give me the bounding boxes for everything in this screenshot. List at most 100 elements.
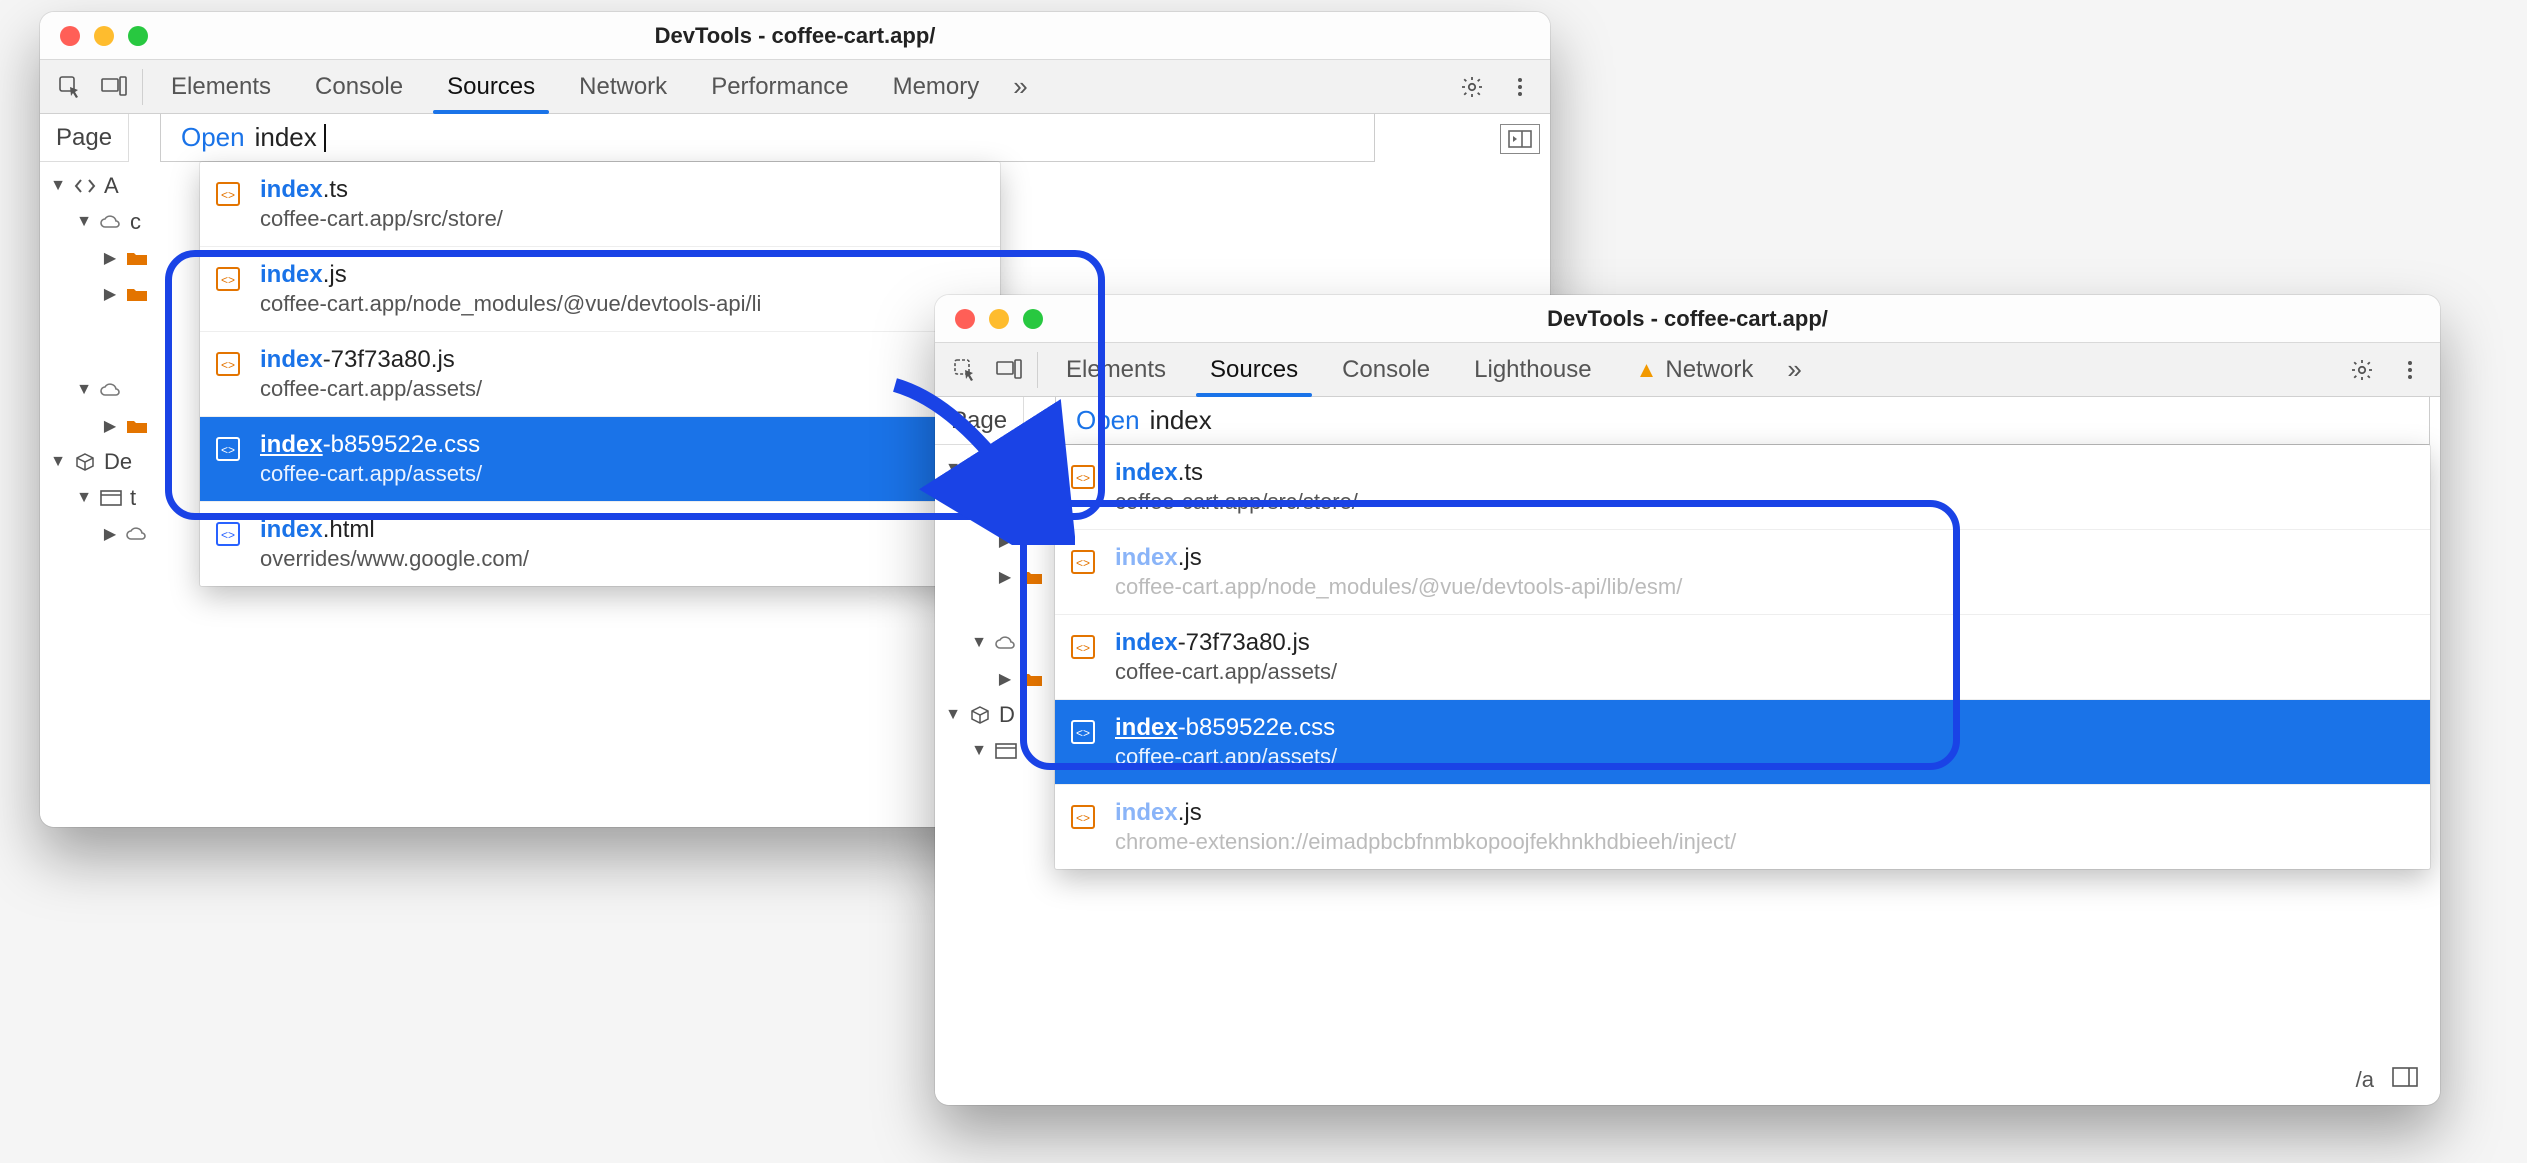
gear-icon[interactable] <box>1450 67 1494 107</box>
more-tabs-icon[interactable]: » <box>1001 71 1039 102</box>
tree-row[interactable]: ▼D <box>945 697 1045 733</box>
svg-text:<>: <> <box>221 273 235 287</box>
folder-icon <box>1019 566 1045 588</box>
result-path: coffee-cart.app/src/store/ <box>1115 489 1358 515</box>
result-filename: index-73f73a80.js <box>260 346 482 374</box>
tab-lighthouse[interactable]: Lighthouse <box>1452 343 1613 397</box>
cloud-icon <box>98 379 124 401</box>
tree-row[interactable]: ▼ <box>50 372 150 408</box>
open-result[interactable]: <> index.ts coffee-cart.app/src/store/ <box>1055 445 2430 530</box>
text-caret <box>324 124 326 152</box>
close-window-button[interactable] <box>955 309 975 329</box>
tab-network[interactable]: ▲Network <box>1614 343 1776 397</box>
toolbar: Elements Sources Console Lighthouse ▲Net… <box>935 343 2440 397</box>
inspect-icon[interactable] <box>943 350 987 390</box>
folder-icon <box>124 247 150 269</box>
warning-icon: ▲ <box>1636 357 1658 383</box>
device-toggle-icon[interactable] <box>92 67 136 107</box>
command-menu-input[interactable]: Open index <box>1055 397 2430 445</box>
tree-row[interactable]: ▼ <box>945 733 1045 769</box>
file-tree: ▼A ▼c ▶ ▶ ▼ ▶ ▼De ▼t ▶ <box>50 168 150 552</box>
cloud-icon <box>993 632 1019 654</box>
open-prefix: Open <box>181 122 245 153</box>
open-result[interactable]: <> index-b859522e.css coffee-cart.app/as… <box>200 417 1000 502</box>
file-css-icon: <> <box>214 435 242 463</box>
open-result[interactable]: <> index.js coffee-cart.app/node_modules… <box>1055 530 2430 615</box>
sidebar-tab-page[interactable]: Page <box>40 114 129 162</box>
tree-row[interactable]: ▶ <box>50 240 150 276</box>
tab-console[interactable]: Console <box>293 60 425 114</box>
svg-text:<>: <> <box>1076 641 1090 655</box>
sidebar-toggle-icon[interactable] <box>2392 1067 2418 1093</box>
open-result[interactable]: <> index.ts coffee-cart.app/src/store/ <box>200 162 1000 247</box>
inspect-icon[interactable] <box>48 67 92 107</box>
result-path: coffee-cart.app/node_modules/@vue/devtoo… <box>1115 574 1682 600</box>
open-result[interactable]: <> index.js coffee-cart.app/node_modules… <box>200 247 1000 332</box>
open-result[interactable]: <> index-b859522e.css coffee-cart.app/as… <box>1055 700 2430 785</box>
cloud-icon <box>98 211 124 233</box>
tree-row[interactable]: ▼A <box>50 168 150 204</box>
more-tabs-icon[interactable]: » <box>1775 354 1813 385</box>
kebab-icon[interactable] <box>1498 67 1542 107</box>
open-dropdown: <> index.ts coffee-cart.app/src/store/ <… <box>200 162 1000 586</box>
open-result[interactable]: <> index.html overrides/www.google.com/ <box>200 502 1000 586</box>
tree-row[interactable]: ▶ <box>945 559 1045 595</box>
command-menu-input[interactable]: Open index <box>160 114 1375 162</box>
cloud-icon <box>993 494 1019 516</box>
tab-sources[interactable]: Sources <box>1188 343 1320 397</box>
tab-sources[interactable]: Sources <box>425 60 557 114</box>
maximize-window-button[interactable] <box>1023 309 1043 329</box>
titlebar: DevTools - coffee-cart.app/ <box>935 295 2440 343</box>
result-filename: index.ts <box>1115 459 1358 487</box>
result-path: coffee-cart.app/assets/ <box>1115 744 1337 770</box>
result-filename: index-b859522e.css <box>260 431 482 459</box>
tree-row[interactable]: ▶ <box>945 661 1045 697</box>
open-result[interactable]: <> index-73f73a80.js coffee-cart.app/ass… <box>200 332 1000 417</box>
tree-row[interactable]: ▼c <box>50 204 150 240</box>
footer: /a <box>2356 1067 2418 1093</box>
gear-icon[interactable] <box>2340 350 2384 390</box>
folder-icon <box>124 283 150 305</box>
result-filename: index.js <box>1115 544 1682 572</box>
tab-network[interactable]: Network <box>557 60 689 114</box>
svg-text:<>: <> <box>221 358 235 372</box>
tab-performance[interactable]: Performance <box>689 60 870 114</box>
result-path: coffee-cart.app/assets/ <box>1115 659 1337 685</box>
device-toggle-icon[interactable] <box>987 350 1031 390</box>
svg-text:<>: <> <box>221 188 235 202</box>
tree-row[interactable]: ▼ <box>945 625 1045 661</box>
tab-console[interactable]: Console <box>1320 343 1452 397</box>
tree-row[interactable]: ▼De <box>50 444 150 480</box>
result-path: overrides/www.google.com/ <box>260 546 529 572</box>
tree-row[interactable]: ▼ <box>945 487 1045 523</box>
open-query: index <box>1150 405 1212 436</box>
sidebar-tab-page[interactable]: Page <box>935 397 1024 445</box>
panel-tabs: Elements Sources Console Lighthouse ▲Net… <box>1044 343 1814 397</box>
svg-text:<>: <> <box>1076 556 1090 570</box>
tab-elements[interactable]: Elements <box>149 60 293 114</box>
maximize-window-button[interactable] <box>128 26 148 46</box>
open-result[interactable]: <> index-73f73a80.js coffee-cart.app/ass… <box>1055 615 2430 700</box>
result-path: coffee-cart.app/src/store/ <box>260 206 503 232</box>
tab-elements[interactable]: Elements <box>1044 343 1188 397</box>
tree-row[interactable]: ▶ <box>50 408 150 444</box>
tree-row[interactable]: ▶ <box>50 276 150 312</box>
window-title: DevTools - coffee-cart.app/ <box>935 306 2440 332</box>
minimize-window-button[interactable] <box>94 26 114 46</box>
tree-row[interactable]: ▼t <box>50 480 150 516</box>
window-icon <box>98 487 124 509</box>
file-js-icon: <> <box>214 180 242 208</box>
open-result[interactable]: <> index.js chrome-extension://eimadpbcb… <box>1055 785 2430 869</box>
tab-memory[interactable]: Memory <box>871 60 1002 114</box>
code-icon <box>967 458 993 480</box>
tree-row[interactable]: ▶ <box>945 523 1045 559</box>
tree-row[interactable]: ▶ <box>50 516 150 552</box>
kebab-icon[interactable] <box>2388 350 2432 390</box>
toggle-drawer-icon[interactable] <box>1500 124 1540 154</box>
close-window-button[interactable] <box>60 26 80 46</box>
file-tree: ▼A ▼ ▶ ▶ ▼ ▶ ▼D ▼ <box>945 451 1045 769</box>
tree-row[interactable]: ▼A <box>945 451 1045 487</box>
file-js-icon: <> <box>1069 463 1097 491</box>
folder-icon <box>1019 668 1045 690</box>
minimize-window-button[interactable] <box>989 309 1009 329</box>
